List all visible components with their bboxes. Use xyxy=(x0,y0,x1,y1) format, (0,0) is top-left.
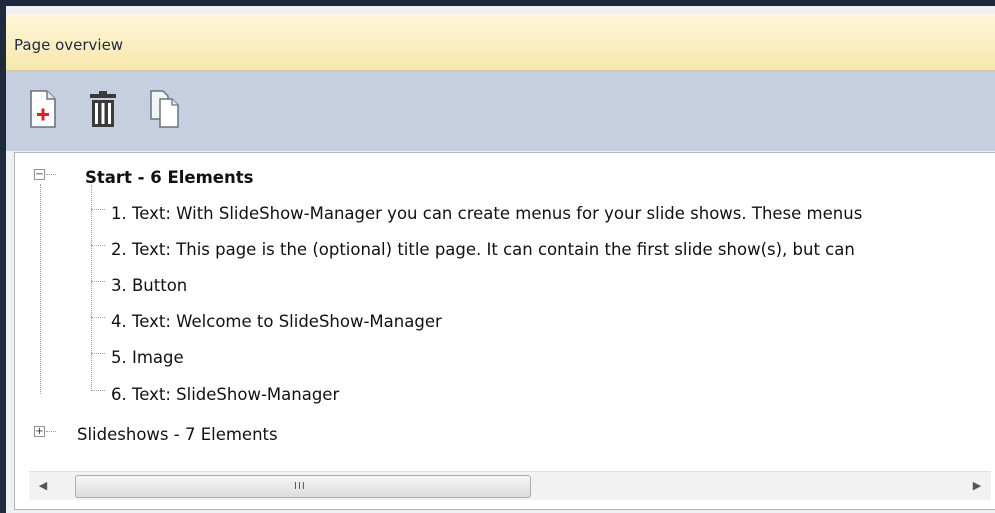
tree-connector xyxy=(91,245,105,246)
horizontal-scrollbar[interactable]: ◀ III ▶ xyxy=(29,471,991,500)
tree-item-label: 4. Text: Welcome to SlideShow-Manager xyxy=(111,312,442,331)
tree-connector xyxy=(91,353,105,354)
panel-title: Page overview xyxy=(14,36,124,54)
tree-connector xyxy=(91,209,105,210)
tree-connector xyxy=(91,390,105,391)
tree-item-label: 1. Text: With SlideShow-Manager you can … xyxy=(111,204,863,223)
tree-item-label: 2. Text: This page is the (optional) tit… xyxy=(111,240,855,259)
add-page-button[interactable] xyxy=(28,89,68,137)
toolbar xyxy=(6,71,995,151)
tree-item-label: 6. Text: SlideShow-Manager xyxy=(111,385,340,404)
expand-toggle[interactable]: + xyxy=(34,426,45,437)
tree-group-label: Slideshows - 7 Elements xyxy=(77,425,278,444)
scroll-right-arrow[interactable]: ▶ xyxy=(967,476,987,496)
tree-connector xyxy=(46,431,56,432)
scrollbar-thumb[interactable]: III xyxy=(75,475,531,498)
tree-connector xyxy=(46,174,56,175)
panel-header: Page overview xyxy=(6,14,995,71)
tree-connector xyxy=(91,281,105,282)
tree-connector xyxy=(40,184,41,394)
delete-button[interactable] xyxy=(88,89,128,137)
trash-icon xyxy=(90,91,116,127)
tree-connector xyxy=(91,317,105,318)
tree-item-label: 5. Image xyxy=(111,348,184,367)
collapse-toggle[interactable]: − xyxy=(34,169,45,180)
tree-connector xyxy=(91,185,92,391)
scroll-left-arrow[interactable]: ◀ xyxy=(33,476,53,496)
tree-item-label: 3. Button xyxy=(111,276,188,295)
scrollbar-grip: III xyxy=(294,481,306,492)
tree-group-label: Start - 6 Elements xyxy=(85,168,254,187)
duplicate-button[interactable] xyxy=(148,89,188,137)
duplicate-icon xyxy=(150,90,179,128)
add-page-icon xyxy=(30,90,56,128)
page-tree: − Start - 6 Elements 1. Text: With Slide… xyxy=(14,152,995,510)
page-overview-window: Page overview − Start - 6 Elements 1. Te… xyxy=(0,0,995,513)
